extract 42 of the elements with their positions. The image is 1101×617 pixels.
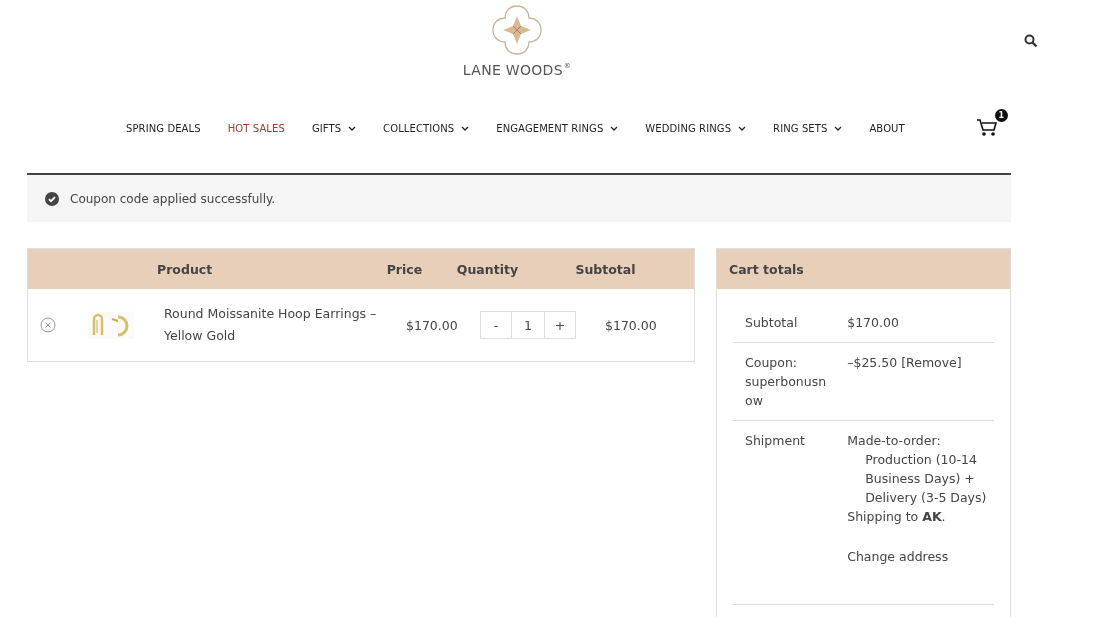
- subtotal-cell: $170.00: [605, 317, 657, 333]
- increase-button[interactable]: +: [544, 311, 576, 339]
- shipping-detail: Production (10-14 Business Days) + Delivery (3-5 Days): [864, 451, 988, 507]
- caret-icon: [834, 125, 843, 131]
- cart-count-badge: 1: [994, 109, 1008, 122]
- remove-coupon-link[interactable]: [Remove]: [901, 355, 962, 370]
- nav-item[interactable]: HOT SALES: [227, 122, 285, 134]
- row-label: Coupon: superbonusnow: [745, 354, 828, 410]
- caret-icon: [348, 125, 357, 131]
- row-value: $170.00: [847, 314, 900, 332]
- brand-name: LANE WOODS: [462, 62, 563, 78]
- search-icon[interactable]: [1024, 34, 1038, 48]
- check-icon: [45, 191, 59, 206]
- shipping-method: Made-to-order:: [847, 432, 942, 450]
- price-cell-text: $170.00: [406, 317, 459, 333]
- nav-item[interactable]: ABOUT: [869, 122, 905, 134]
- caret-icon: [610, 125, 619, 131]
- row-label: Shipment: [745, 432, 806, 450]
- decrease-button[interactable]: -: [480, 311, 512, 339]
- cart-icon[interactable]: [975, 117, 998, 137]
- panel-title: Cart totals: [729, 261, 804, 277]
- caret-icon: [461, 125, 470, 131]
- nav-item[interactable]: COLLECTIONS: [383, 122, 470, 134]
- shipping-destination: Shipping to AK.: [847, 508, 947, 526]
- product-name[interactable]: Round Moissanite Hoop Earrings – Yellow Gold: [164, 303, 396, 347]
- column-header: Product: [157, 261, 214, 277]
- nav-item[interactable]: ENGAGEMENT RINGS: [496, 122, 619, 134]
- quantity-field[interactable]: 1: [512, 311, 544, 339]
- nav-item[interactable]: SPRING DEALS: [126, 122, 201, 134]
- nav-item[interactable]: WEDDING RINGS: [645, 122, 747, 134]
- nav-item[interactable]: RING SETS: [773, 122, 843, 134]
- column-header: Price: [386, 261, 424, 277]
- column-header: Subtotal: [575, 261, 637, 277]
- column-header: Quantity: [456, 261, 520, 277]
- change-address-link[interactable]: Change address: [847, 549, 949, 564]
- discount-amount: –$25.50: [847, 355, 898, 370]
- notice-text: Coupon code applied successfully.: [70, 191, 276, 206]
- remove-icon[interactable]: [40, 317, 56, 333]
- logo-icon: [489, 2, 545, 58]
- caret-icon: [738, 125, 747, 131]
- row-label: Subtotal: [745, 314, 799, 332]
- nav-item[interactable]: GIFTS: [311, 122, 357, 134]
